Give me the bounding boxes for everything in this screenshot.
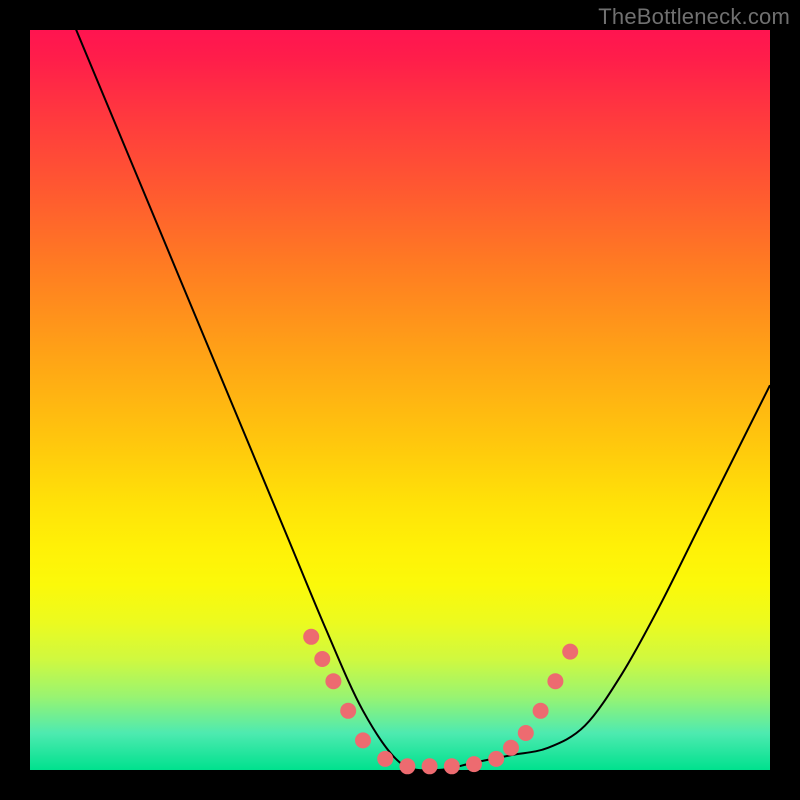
highlight-dot bbox=[340, 703, 356, 719]
highlight-dot bbox=[547, 673, 563, 689]
highlight-dot bbox=[355, 732, 371, 748]
plot-area bbox=[30, 30, 770, 770]
bottleneck-curve bbox=[30, 0, 770, 770]
highlight-dot bbox=[466, 756, 482, 772]
highlight-dot bbox=[503, 740, 519, 756]
watermark-text: TheBottleneck.com bbox=[598, 4, 790, 30]
highlight-dot bbox=[399, 758, 415, 774]
highlight-dot bbox=[325, 673, 341, 689]
highlight-dot bbox=[377, 751, 393, 767]
highlight-dot bbox=[562, 644, 578, 660]
highlight-dot bbox=[518, 725, 534, 741]
highlight-dot bbox=[488, 751, 504, 767]
highlight-dot bbox=[533, 703, 549, 719]
chart-svg bbox=[30, 30, 770, 770]
highlight-dot bbox=[303, 629, 319, 645]
highlight-dot bbox=[422, 758, 438, 774]
highlight-dot bbox=[444, 758, 460, 774]
chart-container bbox=[30, 30, 770, 770]
curve-layer bbox=[30, 0, 770, 770]
highlight-dot bbox=[314, 651, 330, 667]
dots-layer bbox=[303, 629, 578, 775]
